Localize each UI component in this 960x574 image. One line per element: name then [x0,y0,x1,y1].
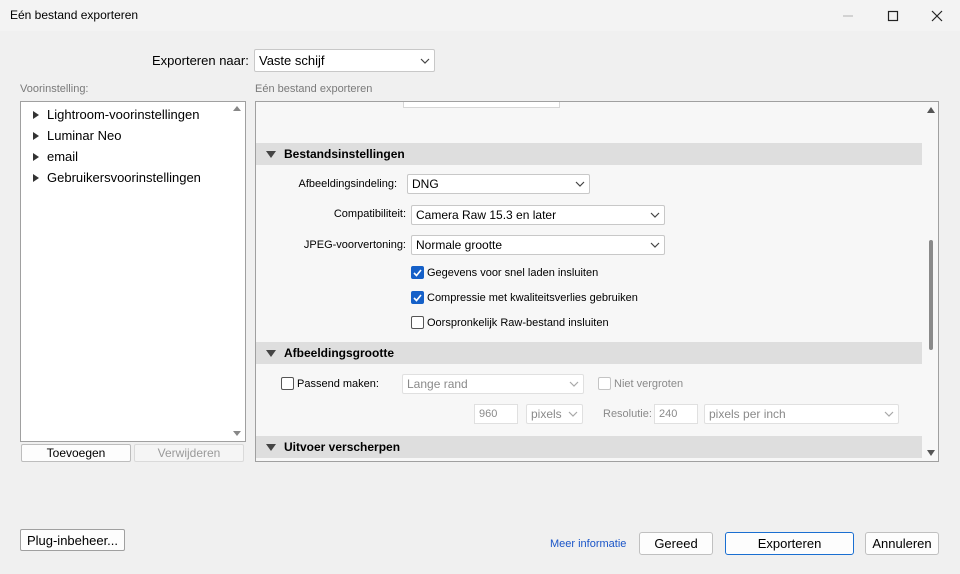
preset-folder-label: email [47,149,79,164]
close-icon [931,10,943,21]
chevron-down-icon [646,242,664,248]
expand-arrow-icon[interactable] [33,131,39,140]
resolution-unit-select[interactable]: pixels per inch [704,404,899,424]
export-button[interactable]: Exporteren [725,532,854,555]
export-settings-panel[interactable]: Bestandsinstellingen Afbeeldingsindeling… [255,101,939,462]
chevron-down-icon [416,58,434,64]
format-select[interactable]: DNG [407,174,590,194]
embed-raw-checkbox[interactable] [411,316,424,329]
section-title: Uitvoer verscherpen [284,440,401,454]
resolution-label: Resolutie: [603,408,652,420]
more-info-link[interactable]: Meer informatie [550,538,626,550]
preset-folder-label: Lightroom-voorinstellingen [47,107,200,122]
maximize-button[interactable] [870,0,916,31]
fast-load-checkbox[interactable] [411,266,424,279]
checkmark-icon [413,293,422,302]
done-button[interactable]: Gereed [639,532,713,555]
section-title: Bestandsinstellingen [284,147,405,161]
compatibility-value: Camera Raw 15.3 en later [416,208,557,222]
chevron-down-icon [571,181,589,187]
jpeg-preview-label: JPEG-voorvertoning: [303,239,406,251]
lossy-compression-label: Compressie met kwaliteitsverlies gebruik… [427,291,638,304]
chevron-down-icon [565,381,583,387]
close-button[interactable] [914,0,960,31]
preset-folder-label: Luminar Neo [47,128,122,143]
lossy-compression-checkbox-row[interactable]: Compressie met kwaliteitsverlies gebruik… [411,291,638,304]
chevron-down-icon [880,411,898,417]
format-label: Afbeeldingsindeling: [298,178,397,190]
collapse-arrow-icon[interactable] [266,443,276,451]
partial-field [403,102,560,108]
right-panel-label: Eén bestand exporteren [255,83,373,95]
chevron-down-icon [646,212,664,218]
no-enlarge-label: Niet vergroten [614,377,684,390]
preset-folder-lightroom[interactable]: Lightroom-voorinstellingen [33,107,199,122]
scroll-up-icon [233,106,241,111]
fast-load-label: Gegevens voor snel laden insluiten [427,266,599,279]
scroll-down-icon [927,450,935,456]
format-value: DNG [412,177,439,191]
compatibility-label: Compatibiliteit: [333,208,406,220]
size-unit-select[interactable]: pixels [526,404,583,424]
jpeg-preview-select[interactable]: Normale grootte [411,235,665,255]
window-title: Eén bestand exporteren [10,8,139,22]
expand-arrow-icon[interactable] [33,110,39,119]
checkmark-icon [413,268,422,277]
scrollbar-thumb [929,240,933,350]
chevron-down-icon [564,411,582,417]
add-preset-button[interactable]: Toevoegen [21,444,131,462]
maximize-icon [887,10,899,21]
fit-value: Lange rand [407,377,468,391]
resolution-unit-value: pixels per inch [709,407,786,421]
settings-scrollbar[interactable] [924,102,938,461]
plugin-manager-button[interactable]: Plug-inbeheer... [20,529,125,551]
fit-checkbox[interactable] [281,377,294,390]
section-image-size[interactable]: Afbeeldingsgrootte [256,342,922,364]
expand-arrow-icon[interactable] [33,152,39,161]
section-title: Afbeeldingsgrootte [284,346,394,360]
export-to-select[interactable]: Vaste schijf [254,49,435,72]
export-to-value: Vaste schijf [259,53,325,68]
section-output-sharpening[interactable]: Uitvoer verscherpen [256,436,922,458]
title-bar [0,0,960,31]
collapse-arrow-icon[interactable] [266,349,276,357]
resolution-input[interactable]: 240 [654,404,698,424]
minimize-button[interactable] [825,0,871,31]
jpeg-preview-value: Normale grootte [416,238,503,252]
size-unit-value: pixels [531,407,562,421]
fit-select[interactable]: Lange rand [402,374,584,394]
compatibility-select[interactable]: Camera Raw 15.3 en later [411,205,665,225]
expand-arrow-icon[interactable] [33,173,39,182]
no-enlarge-checkbox-row[interactable]: Niet vergroten [598,377,683,390]
preset-folder-user[interactable]: Gebruikersvoorinstellingen [33,170,201,185]
scroll-down-icon [233,431,241,436]
collapse-arrow-icon[interactable] [266,150,276,158]
fast-load-checkbox-row[interactable]: Gegevens voor snel laden insluiten [411,266,598,279]
presets-tree[interactable]: Lightroom-voorinstellingen Luminar Neo e… [20,101,246,442]
preset-folder-label: Gebruikersvoorinstellingen [47,170,201,185]
scroll-up-icon [927,107,935,113]
preset-folder-email[interactable]: email [33,149,78,164]
section-file-settings[interactable]: Bestandsinstellingen [256,143,922,165]
export-to-label: Exporteren naar: [152,53,249,68]
fit-label: Passend maken: [297,377,379,390]
minimize-icon [843,15,853,16]
no-enlarge-checkbox[interactable] [598,377,611,390]
lossy-compression-checkbox[interactable] [411,291,424,304]
presets-scrollbar[interactable] [229,102,245,441]
embed-raw-label: Oorspronkelijk Raw-bestand insluiten [427,316,609,329]
fit-checkbox-row[interactable]: Passend maken: [281,377,379,390]
embed-raw-checkbox-row[interactable]: Oorspronkelijk Raw-bestand insluiten [411,316,609,329]
preset-folder-luminar[interactable]: Luminar Neo [33,128,121,143]
cancel-button[interactable]: Annuleren [865,532,939,555]
remove-preset-button[interactable]: Verwijderen [134,444,244,462]
presets-label: Voorinstelling: [20,83,89,95]
size-input[interactable]: 960 [474,404,518,424]
